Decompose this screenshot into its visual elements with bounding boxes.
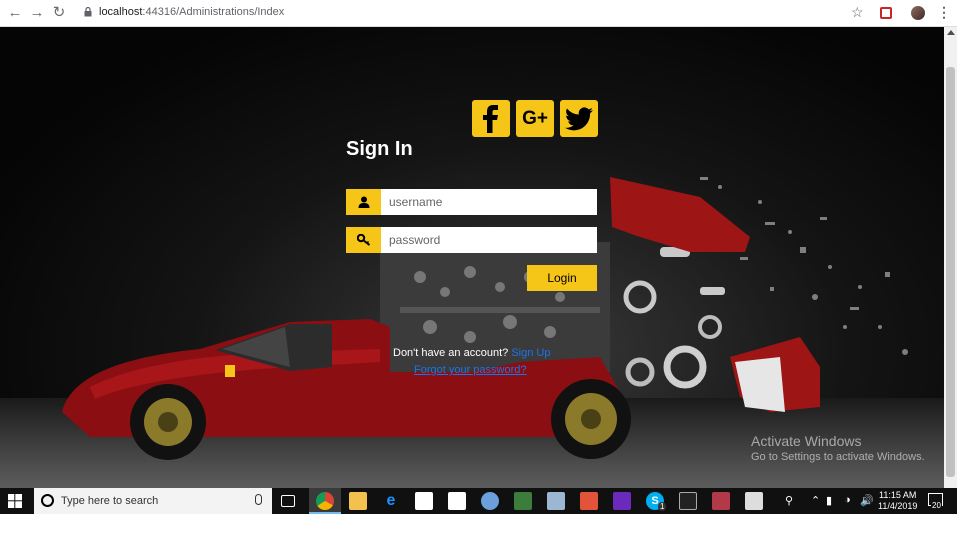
twitter-icon xyxy=(565,106,593,130)
volume-icon[interactable]: 🔊 xyxy=(860,494,874,507)
cortana-icon xyxy=(41,494,54,507)
chrome-icon[interactable] xyxy=(316,492,334,510)
menu-icon[interactable]: ⋮ xyxy=(937,4,951,21)
microphone-icon[interactable] xyxy=(255,494,262,505)
password-input[interactable] xyxy=(381,227,597,253)
clock-time: 11:15 AM xyxy=(879,490,917,500)
watermark-subtitle: Go to Settings to activate Windows. xyxy=(751,451,925,463)
page-scrollbar[interactable] xyxy=(944,27,957,488)
app-icon[interactable] xyxy=(481,492,499,510)
mail-icon[interactable] xyxy=(448,492,466,510)
edge-icon[interactable]: e xyxy=(382,492,400,510)
username-input[interactable] xyxy=(381,189,597,215)
bookmark-star-icon[interactable]: ☆ xyxy=(851,4,864,21)
back-icon[interactable]: ← xyxy=(6,4,24,22)
git-icon[interactable] xyxy=(580,492,598,510)
visual-studio-icon[interactable] xyxy=(613,492,631,510)
url-host: localhost xyxy=(99,6,143,18)
lock-icon xyxy=(84,7,92,17)
file-explorer-icon[interactable] xyxy=(349,492,367,510)
signup-link[interactable]: Sign Up xyxy=(511,347,550,359)
car-illustration xyxy=(62,177,908,460)
watermark-title: Activate Windows xyxy=(751,433,862,449)
taskbar-search[interactable]: Type here to search xyxy=(34,488,272,514)
profile-avatar[interactable] xyxy=(911,6,925,20)
login-button[interactable]: Login xyxy=(527,265,597,291)
chevron-up-icon[interactable]: ⌃ xyxy=(811,494,820,507)
windows-start-icon[interactable] xyxy=(8,494,22,508)
scroll-up-icon[interactable] xyxy=(947,30,955,35)
page-title: Sign In xyxy=(346,138,413,160)
extension-icon[interactable] xyxy=(880,7,892,19)
people-icon[interactable]: ⚲ xyxy=(785,494,793,507)
notification-count: 20 xyxy=(931,501,942,510)
password-field xyxy=(346,227,597,253)
excel-icon[interactable] xyxy=(514,492,532,510)
activation-watermark: Activate Windows Go to Settings to activ… xyxy=(751,433,925,463)
scroll-thumb[interactable] xyxy=(946,67,955,477)
skype-badge: 1 xyxy=(658,502,667,511)
google-plus-label: G+ xyxy=(522,107,548,129)
wifi-icon[interactable]: ◑ xyxy=(844,494,851,506)
no-account-text: Don't have an account? xyxy=(393,347,509,359)
browser-toolbar: ← → ↻ localhost:44316/Administrations/In… xyxy=(0,0,957,27)
page-background: G+ Sign In Login Don't have an account? xyxy=(0,27,944,488)
search-placeholder: Type here to search xyxy=(61,495,159,507)
notepad-icon[interactable] xyxy=(547,492,565,510)
taskbar: Type here to search e S 1 ⚲ ⌃ ▮ ◑ 🔊 11:1… xyxy=(0,488,957,514)
forgot-password-link[interactable]: Forgot your password? xyxy=(414,364,527,376)
url-path: :44316/Administrations/Index xyxy=(142,6,285,18)
photos-icon[interactable] xyxy=(745,492,763,510)
twitter-button[interactable] xyxy=(560,100,598,137)
facebook-button[interactable] xyxy=(472,100,510,137)
winrar-icon[interactable] xyxy=(712,492,730,510)
signup-prompt: Don't have an account? Sign Up xyxy=(393,347,550,359)
task-view-icon[interactable] xyxy=(281,495,295,507)
key-icon xyxy=(346,227,381,253)
url-text[interactable]: localhost:44316/Administrations/Index xyxy=(99,6,284,18)
reload-icon[interactable]: ↻ xyxy=(50,4,68,22)
user-icon xyxy=(346,189,381,215)
forward-icon[interactable]: → xyxy=(28,4,46,22)
terminal-icon[interactable] xyxy=(679,492,697,510)
bottom-strip xyxy=(0,514,957,538)
system-clock[interactable]: 11:15 AM 11/4/2019 xyxy=(878,490,917,512)
facebook-icon xyxy=(483,104,498,133)
username-field xyxy=(346,189,597,215)
clock-date: 11/4/2019 xyxy=(878,501,918,511)
battery-icon[interactable]: ▮ xyxy=(826,494,832,507)
store-icon[interactable] xyxy=(415,492,433,510)
google-plus-button[interactable]: G+ xyxy=(516,100,554,137)
